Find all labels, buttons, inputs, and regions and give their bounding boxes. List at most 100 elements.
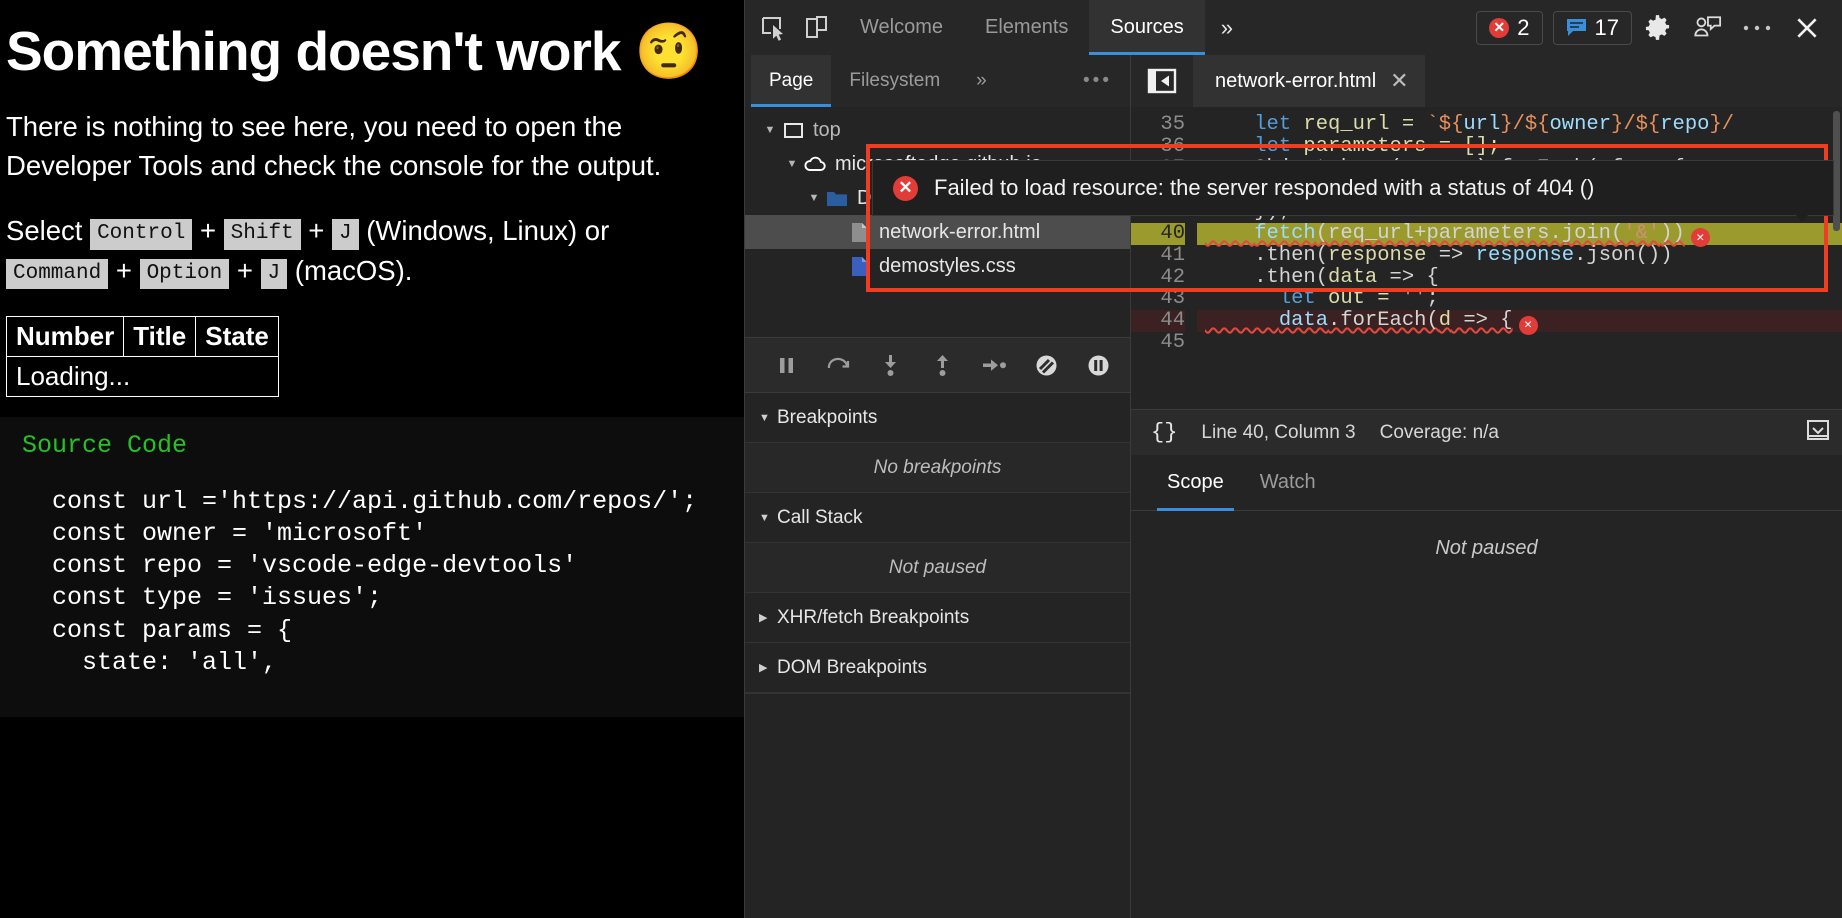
nav-more-chevron-icon[interactable]: » bbox=[958, 55, 1005, 107]
step-into-icon[interactable] bbox=[867, 345, 913, 385]
key-j-mac: J bbox=[260, 258, 288, 290]
line-number: 40 bbox=[1131, 223, 1185, 245]
close-icon[interactable] bbox=[1782, 6, 1832, 50]
inline-error-icon[interactable]: ✕ bbox=[1518, 315, 1538, 335]
section-title: Breakpoints bbox=[777, 406, 878, 428]
feedback-icon[interactable] bbox=[1682, 6, 1732, 50]
nav-tab-page[interactable]: Page bbox=[751, 55, 832, 107]
error-count-badge[interactable]: ✕ 2 bbox=[1476, 10, 1543, 45]
devtools-main-toolbar: Welcome Elements Sources » ✕ 2 17 bbox=[745, 0, 1842, 55]
page-intro-paragraph: There is nothing to see here, you need t… bbox=[6, 111, 662, 182]
more-options-icon[interactable] bbox=[1732, 6, 1782, 50]
inline-error-icon[interactable]: ✕ bbox=[1690, 228, 1710, 248]
show-navigator-icon[interactable] bbox=[1131, 55, 1193, 107]
code-token: ; bbox=[1426, 287, 1439, 311]
section-breakpoints[interactable]: ▼ Breakpoints bbox=[745, 393, 1130, 443]
code-token: response bbox=[1475, 243, 1575, 267]
code-token: data bbox=[1278, 309, 1329, 333]
key-option: Option bbox=[139, 258, 230, 290]
loading-cell: Loading... bbox=[6, 355, 279, 397]
code-token: repo bbox=[1660, 113, 1710, 136]
tab-welcome[interactable]: Welcome bbox=[839, 0, 964, 55]
pause-on-exceptions-icon[interactable] bbox=[1075, 345, 1121, 385]
device-toolbar-icon[interactable] bbox=[795, 8, 839, 48]
line-number-gutter: 35 36 37 38 39 40 41 42 43 44 45 bbox=[1131, 107, 1197, 409]
editor-status-bar: {} Line 40, Column 3 Coverage: n/a bbox=[1131, 409, 1842, 455]
frame-icon bbox=[781, 120, 805, 140]
step-icon[interactable] bbox=[971, 345, 1017, 385]
table-row: Loading... bbox=[6, 355, 279, 397]
section-xhr-fetch-breakpoints[interactable]: ▶ XHR/fetch Breakpoints bbox=[745, 593, 1130, 643]
chevron-down-icon: ▼ bbox=[759, 511, 770, 524]
code-token: (req_url+parameters.join( bbox=[1315, 221, 1624, 245]
line-number: 35 bbox=[1160, 113, 1185, 136]
code-token: let bbox=[1254, 134, 1292, 158]
tab-sources[interactable]: Sources bbox=[1089, 0, 1206, 55]
twisty-icon[interactable]: ▼ bbox=[781, 158, 803, 170]
pause-icon[interactable] bbox=[763, 345, 809, 385]
step-out-icon[interactable] bbox=[919, 345, 965, 385]
pretty-print-icon[interactable]: {} bbox=[1151, 420, 1177, 445]
code-line: let parameters = []; bbox=[1197, 134, 1842, 158]
issues-table: Number Title State Loading... bbox=[5, 315, 279, 397]
section-title: XHR/fetch Breakpoints bbox=[777, 606, 970, 628]
gear-icon[interactable] bbox=[1632, 6, 1682, 50]
tree-item-network-error-html[interactable]: ▼ network-error.html bbox=[745, 215, 1130, 249]
shortcut-instructions: Select Control + Shift + J (Windows, Lin… bbox=[6, 211, 716, 290]
col-title: Title bbox=[123, 315, 197, 357]
inspect-cursor-icon[interactable] bbox=[751, 8, 795, 48]
tab-watch[interactable]: Watch bbox=[1242, 455, 1334, 511]
code-token: }/ bbox=[1500, 113, 1525, 136]
chevron-right-icon: ▶ bbox=[759, 662, 768, 674]
key-control: Control bbox=[90, 219, 193, 251]
code-token: .forEach( bbox=[1328, 309, 1439, 333]
error-count-value: 2 bbox=[1517, 14, 1530, 40]
call-stack-empty-text: Not paused bbox=[745, 543, 1130, 593]
tree-item-top[interactable]: ▼ top bbox=[745, 113, 1130, 147]
code-token: ` bbox=[1426, 113, 1439, 136]
step-over-icon[interactable] bbox=[815, 345, 861, 385]
section-call-stack[interactable]: ▼ Call Stack bbox=[745, 493, 1130, 543]
source-code-block: Source Code const url ='https://api.gith… bbox=[0, 416, 744, 717]
message-count-badge[interactable]: 17 bbox=[1552, 10, 1632, 45]
line-number: 36 bbox=[1160, 134, 1185, 158]
scope-empty-text: Not paused bbox=[1435, 537, 1538, 559]
editor-tab-label: network-error.html bbox=[1215, 69, 1377, 92]
tree-item-label: demostyles.css bbox=[879, 254, 1016, 277]
error-circle-icon: ✕ bbox=[893, 175, 918, 201]
code-token: => { bbox=[1377, 265, 1439, 289]
section-title: Call Stack bbox=[777, 506, 863, 528]
devtools-window: Welcome Elements Sources » ✕ 2 17 Page F… bbox=[744, 0, 1842, 918]
popout-icon[interactable] bbox=[1806, 418, 1830, 448]
cursor-position: Line 40, Column 3 bbox=[1201, 421, 1356, 443]
editor-tab-network-error-html[interactable]: network-error.html ✕ bbox=[1193, 55, 1425, 107]
tree-item-demostyles-css[interactable]: ▼ demostyles.css bbox=[745, 249, 1130, 283]
debugger-toolbar bbox=[745, 337, 1130, 393]
code-viewer[interactable]: 35 36 37 38 39 40 41 42 43 44 45 bbox=[1131, 107, 1842, 409]
source-code-text: const url ='https://api.github.com/repos… bbox=[52, 486, 698, 677]
error-tooltip-message: Failed to load resource: the server resp… bbox=[934, 175, 1595, 200]
code-text-area[interactable]: let req_url = `${url}/${owner}/${repo}/ … bbox=[1197, 107, 1842, 409]
lower-split: Scope Watch Not paused bbox=[1131, 455, 1842, 918]
plus-4: + bbox=[236, 254, 253, 286]
code-scrollbar-thumb[interactable] bbox=[1833, 111, 1840, 231]
more-tabs-chevron-icon[interactable]: » bbox=[1205, 15, 1249, 41]
nav-tab-filesystem[interactable]: Filesystem bbox=[831, 55, 958, 107]
code-token: '' bbox=[1401, 287, 1427, 311]
tab-scope[interactable]: Scope bbox=[1149, 455, 1242, 511]
file-html-icon bbox=[847, 222, 871, 242]
tab-elements[interactable]: Elements bbox=[964, 0, 1089, 55]
section-dom-breakpoints[interactable]: ▶ DOM Breakpoints bbox=[745, 643, 1130, 693]
twisty-icon[interactable]: ▼ bbox=[803, 192, 825, 204]
line-number: 43 bbox=[1160, 287, 1185, 311]
close-icon[interactable]: ✕ bbox=[1390, 68, 1408, 94]
code-token: req_url = bbox=[1291, 113, 1427, 136]
code-token: d bbox=[1438, 309, 1452, 333]
page-title: Something doesn't work 🤨 bbox=[6, 20, 703, 82]
nav-more-options-icon[interactable]: ••• bbox=[1065, 55, 1130, 107]
code-token: => bbox=[1426, 243, 1476, 267]
deactivate-breakpoints-icon[interactable] bbox=[1023, 345, 1069, 385]
twisty-icon[interactable]: ▼ bbox=[759, 124, 781, 136]
